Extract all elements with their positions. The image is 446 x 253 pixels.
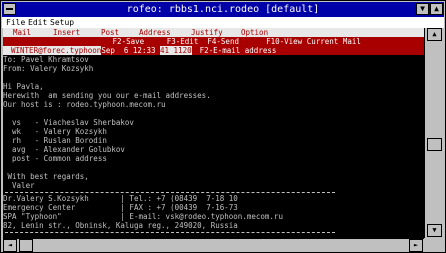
mail-menu-option[interactable]: Option [241,28,268,37]
maximize-button[interactable]: ▲ [430,3,443,15]
body-line: rh - Ruslan Borodin [3,136,107,145]
scrollbar-corner [424,238,444,252]
scroll-up-button[interactable]: ▲ [427,28,442,41]
body-line: wk - Valery Kozsykh [3,127,107,136]
function-keys-line: F2-Save F3-Edit F4-Send F10-View Current… [99,37,361,46]
minimize-button[interactable]: ▼ [416,3,429,15]
title-bar[interactable]: rofeo: rbbs1.nci.rodeo [default] ▼ ▲ [2,2,444,17]
horizontal-scroll-thumb[interactable] [19,239,33,252]
date-field: Sep 6 12:33 [101,46,161,55]
menu-edit[interactable]: Edit [28,17,47,28]
body-line: post - Common address [3,154,107,163]
window-title: rofeo: rbbs1.nci.rodeo [default] [126,4,320,15]
body-line: vs - Viacheslav Sherbakov [3,118,134,127]
body-line: Our host is : rodeo.typhoon.mecom.ru [3,100,166,109]
size-field: 41 1120 [160,46,192,55]
mail-menu-insert[interactable]: Insert [53,28,80,37]
scroll-right-button[interactable]: ► [409,239,423,252]
signature-line: Dr.Valery S.Kozsykh | Tel.: +7 (08439 7-… [3,194,238,203]
menu-file[interactable]: File [6,17,25,28]
body-line: Valer [3,181,35,190]
mail-menu-post[interactable]: Post [101,28,119,37]
horizontal-scrollbar[interactable]: ◄ ► [3,238,424,252]
vertical-scroll-thumb[interactable] [427,138,442,151]
mail-header-bar: F2-Save F3-Edit F4-Send F10-View Current… [3,37,424,55]
body-line: From: Valery Kozsykh [3,64,94,73]
body-line: avg - Alexander Golubkov [3,145,125,154]
terminal-screen[interactable]: Mail Insert Post Address Justify Option … [3,28,424,238]
mail-menu-mail[interactable]: Mail [13,28,31,37]
mail-menu-justify[interactable]: Justify [191,28,223,37]
address-hint: F2-E-mail address [199,46,277,55]
body-line: With best regards, [3,172,89,181]
menu-setup[interactable]: Setup [50,17,74,28]
scroll-down-button[interactable]: ▼ [427,224,442,237]
mail-header-line: WINTER@forec.typhoonSep 6 12:33 41 1120 F… [3,46,424,55]
mail-menu-address[interactable]: Address [139,28,171,37]
terminal-window: rofeo: rbbs1.nci.rodeo [default] ▼ ▲ Fil… [0,0,446,253]
mail-menu: Mail Insert Post Address Justify Option [3,28,424,37]
signature-separator-top [5,192,335,193]
signature-separator-bottom [5,232,335,233]
body-line: Hi Pavla, [3,82,44,91]
signature-line: 82, Lenin str., Obninsk, Kaluga reg., 24… [3,221,238,230]
body-line: To: Pavel Khramtsov [3,55,89,64]
vertical-scrollbar[interactable]: ▲ ▼ [424,28,444,238]
signature-line: Emergency Center | FAX : +7 (00439 7-16-… [3,203,238,212]
scroll-left-button[interactable]: ◄ [3,239,17,252]
recipient-field[interactable]: WINTER@forec.typhoon [3,46,102,55]
app-menubar: File Edit Setup [2,17,444,28]
body-line: Herewith am sending you our e-mail addre… [3,91,211,100]
signature-line: SPA "Typhoon" | E-mail: vsk@rodeo.typhoo… [3,212,283,221]
